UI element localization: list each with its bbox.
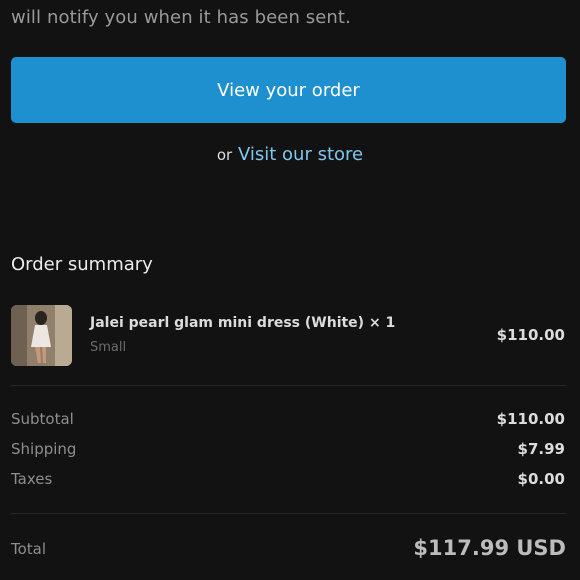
shipping-value: $7.99 [517,440,565,458]
product-thumbnail [11,305,72,366]
order-summary-title: Order summary [11,254,153,275]
product-variant: Small [90,340,127,355]
subtotal-value: $110.00 [496,410,565,428]
taxes-label: Taxes [11,470,53,488]
view-order-button[interactable]: View your order [11,57,566,123]
visit-store-link[interactable]: Visit our store [238,144,363,165]
product-price: $110.00 [496,326,565,344]
divider [11,513,566,514]
divider [11,385,566,386]
order-confirmation-page: will notify you when it has been sent. V… [0,0,580,580]
shipping-label: Shipping [11,440,77,458]
dress-photo-icon [11,305,72,366]
visit-store-line: or Visit our store [0,144,580,165]
subtotal-label: Subtotal [11,410,74,428]
notification-text: will notify you when it has been sent. [11,7,351,28]
or-text: or [216,146,233,164]
taxes-value: $0.00 [517,470,565,488]
total-value: $117.99 USD [413,536,566,560]
product-name: Jalei pearl glam mini dress (White) × 1 [90,315,396,331]
total-label: Total [11,540,47,558]
